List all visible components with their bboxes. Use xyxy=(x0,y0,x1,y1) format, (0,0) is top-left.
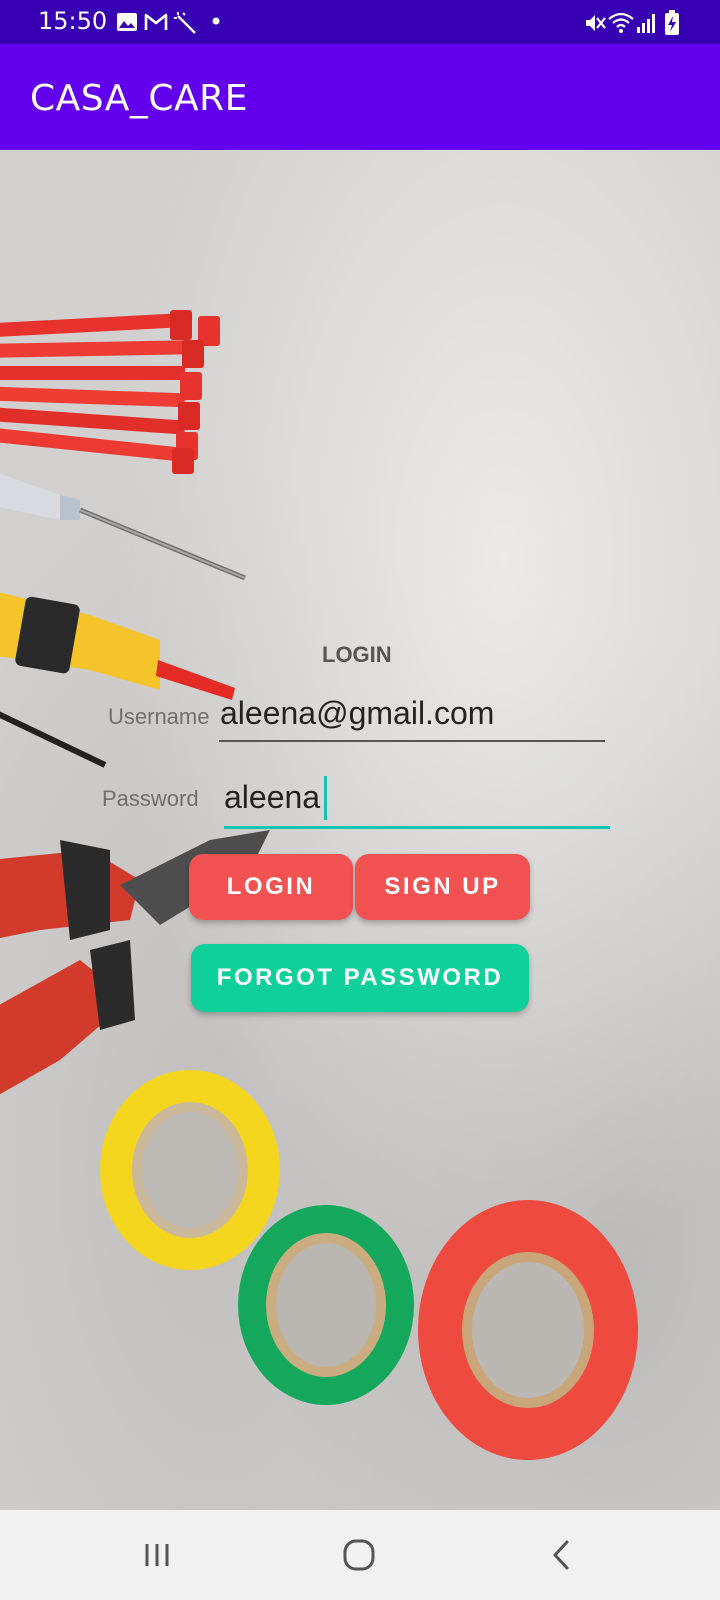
login-heading: LOGIN xyxy=(322,642,392,667)
signup-button[interactable]: SIGN UP xyxy=(355,854,530,920)
cable-ties-illustration xyxy=(0,310,220,474)
voltage-tester-illustration xyxy=(0,592,235,768)
mute-icon xyxy=(586,15,606,31)
password-label: Password xyxy=(102,786,199,811)
background-image xyxy=(0,150,720,1510)
back-icon[interactable] xyxy=(532,1532,592,1578)
screwdriver-illustration xyxy=(0,473,246,581)
username-underline xyxy=(219,740,605,742)
yellow-tape-illustration xyxy=(100,1070,280,1270)
text-cursor xyxy=(324,776,327,820)
gmail-icon xyxy=(144,13,168,30)
image-icon xyxy=(117,13,137,31)
wifi-icon xyxy=(608,12,634,33)
app-title: CASA_CARE xyxy=(30,78,248,119)
dot-icon xyxy=(212,17,220,25)
status-time: 15:50 xyxy=(38,7,108,35)
username-input-value[interactable]: aleena@gmail.com xyxy=(220,695,494,732)
green-tape-illustration xyxy=(238,1205,414,1405)
navigation-bar xyxy=(0,1510,720,1600)
recent-apps-icon[interactable] xyxy=(128,1532,188,1578)
forgot-password-button[interactable]: FORGOT PASSWORD xyxy=(191,944,529,1012)
signal-icon xyxy=(637,14,655,33)
battery-charging-icon xyxy=(665,10,679,35)
status-bar: 15:50 xyxy=(0,0,720,44)
password-underline xyxy=(224,826,610,829)
app-bar: CASA_CARE xyxy=(0,44,720,150)
red-tape-illustration xyxy=(418,1200,638,1460)
home-icon[interactable] xyxy=(330,1532,390,1578)
username-label: Username xyxy=(108,704,210,729)
tools-illustration xyxy=(0,310,638,1460)
password-input-value[interactable]: aleena xyxy=(224,779,320,816)
magic-wand-icon xyxy=(174,12,196,34)
login-button[interactable]: LOGIN xyxy=(189,854,353,920)
